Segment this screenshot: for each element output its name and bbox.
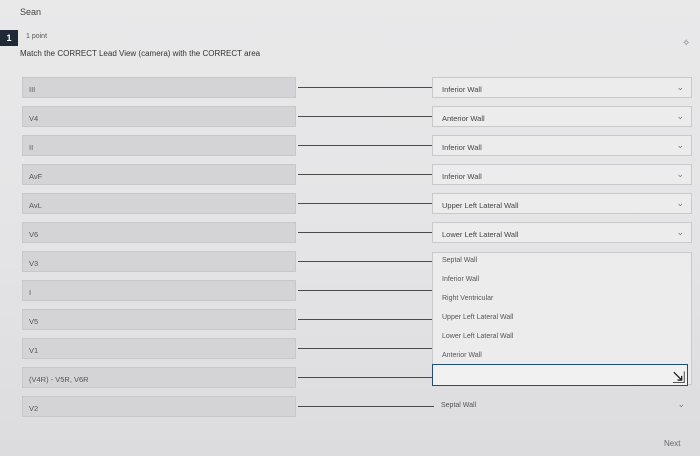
question-prompt: Match the CORRECT Lead View (camera) wit… (20, 49, 261, 58)
answer-value: Inferior Wall (442, 85, 482, 94)
lead-item: AvF (22, 164, 296, 185)
answer-value: Anterior Wall (442, 114, 485, 123)
pin-icon[interactable]: ✧ (682, 38, 690, 49)
chevron-down-icon: ⌄ (676, 169, 684, 179)
match-line (298, 145, 434, 146)
question-points: 1 point (26, 33, 48, 40)
active-answer-select[interactable] (432, 364, 688, 386)
answer-value: Inferior Wall (442, 172, 482, 181)
dropdown-option[interactable]: Septal Wall (442, 257, 477, 264)
user-name: Sean (20, 7, 42, 17)
match-line (298, 203, 434, 204)
match-line (298, 261, 434, 262)
chevron-down-icon: ⌄ (676, 227, 684, 237)
dropdown-option[interactable]: Upper Left Lateral Wall (442, 314, 513, 321)
next-button[interactable]: Next (664, 439, 680, 448)
match-line (298, 232, 434, 233)
answer-value: Lower Left Lateral Wall (442, 230, 519, 239)
lead-item: V2 (22, 396, 296, 417)
answer-select[interactable]: Inferior Wall ⌄ (432, 77, 692, 98)
dropdown-option[interactable]: Anterior Wall (442, 352, 482, 359)
lead-item: V5 (22, 309, 296, 330)
match-line (298, 87, 434, 88)
mouse-pointer-icon: ⇲ (672, 370, 686, 387)
answer-select[interactable]: Inferior Wall ⌄ (432, 164, 692, 185)
lead-item: AvL (22, 193, 296, 214)
dropdown-option[interactable]: Right Ventricular (442, 295, 493, 302)
answer-select[interactable]: Inferior Wall ⌄ (432, 135, 692, 156)
lead-item: II (22, 135, 296, 156)
answer-select[interactable]: Upper Left Lateral Wall ⌄ (432, 193, 692, 214)
lead-item: V3 (22, 251, 296, 272)
dropdown-option[interactable]: Inferior Wall (442, 276, 479, 283)
match-line (298, 406, 434, 407)
lead-item: (V4R) - V5R, V6R (22, 367, 296, 388)
answer-select[interactable]: Lower Left Lateral Wall ⌄ (432, 222, 692, 243)
chevron-down-icon: ⌄ (676, 82, 684, 92)
dropdown-option[interactable]: Lower Left Lateral Wall (442, 333, 513, 340)
match-line (298, 319, 434, 320)
chevron-down-icon: ⌄ (676, 198, 684, 208)
chevron-down-icon: ⌄ (677, 399, 685, 409)
match-line (298, 174, 434, 175)
lead-item: V4 (22, 106, 296, 127)
match-line (298, 377, 434, 378)
match-line (298, 290, 434, 291)
match-line (298, 348, 434, 349)
answer-select[interactable]: Anterior Wall ⌄ (432, 106, 692, 127)
question-number: 1 (0, 30, 18, 46)
lead-item: V1 (22, 338, 296, 359)
lead-item: V6 (22, 222, 296, 243)
lead-item: I (22, 280, 296, 301)
answer-value: Upper Left Lateral Wall (442, 201, 519, 210)
answer-value: Septal Wall (441, 402, 477, 409)
chevron-down-icon: ⌄ (676, 111, 684, 121)
lead-item: III (22, 77, 296, 98)
answer-value: Inferior Wall (442, 143, 482, 152)
chevron-down-icon: ⌄ (676, 140, 684, 150)
answer-select[interactable]: Septal Wall ⌄ (432, 395, 692, 416)
match-line (298, 116, 434, 117)
